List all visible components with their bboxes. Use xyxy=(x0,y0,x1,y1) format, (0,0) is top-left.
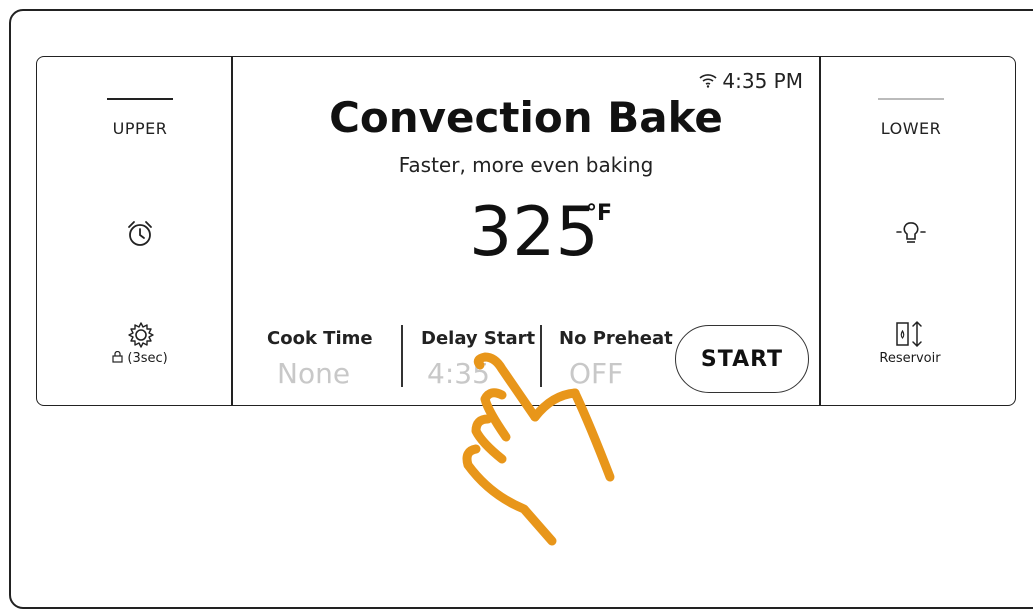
oven-light-icon[interactable] xyxy=(895,217,927,253)
start-button[interactable]: START xyxy=(675,325,809,393)
lower-indicator-line xyxy=(878,98,944,100)
lower-oven-button[interactable]: LOWER xyxy=(851,119,971,138)
reservoir-label: Reservoir xyxy=(879,351,941,366)
lock-icon xyxy=(112,350,127,366)
upper-indicator-line xyxy=(107,98,173,100)
clock-time: 4:35 PM xyxy=(722,69,803,93)
gear-icon[interactable] xyxy=(127,321,155,353)
lock-hint: (3sec) xyxy=(90,350,190,366)
alarm-clock-icon[interactable] xyxy=(125,219,155,253)
cook-time-value: None xyxy=(277,357,351,390)
wifi-icon xyxy=(698,69,718,93)
status-clock: 4:35 PM xyxy=(698,69,803,93)
mode-title: Convection Bake xyxy=(329,93,723,142)
temperature-value[interactable]: 325 xyxy=(469,193,599,272)
upper-oven-button[interactable]: UPPER xyxy=(80,119,200,138)
mode-description: Faster, more even baking xyxy=(398,153,654,177)
cook-time-label: Cook Time xyxy=(267,328,373,349)
option-divider xyxy=(401,325,403,387)
lock-duration-label: (3sec) xyxy=(127,351,168,366)
temperature-unit: °F xyxy=(586,201,613,226)
pointing-hand-icon xyxy=(440,345,630,559)
reservoir-icon[interactable] xyxy=(895,320,927,354)
